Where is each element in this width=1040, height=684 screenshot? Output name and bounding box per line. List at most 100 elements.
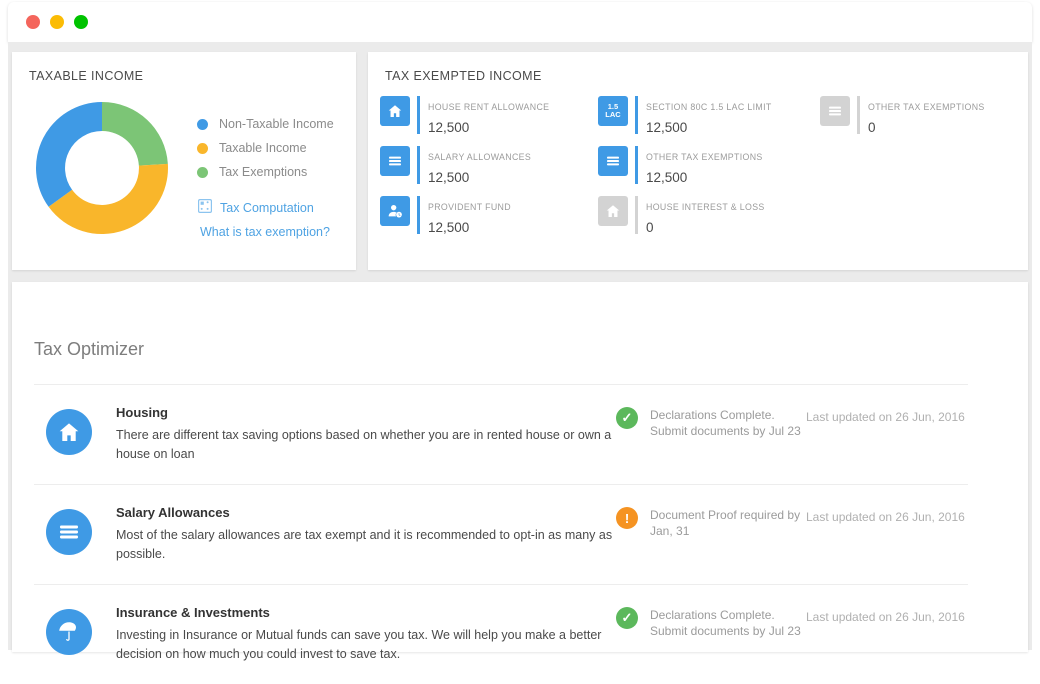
tax-optimizer-title: Tax Optimizer bbox=[34, 339, 145, 359]
item-value: 12,500 bbox=[428, 120, 470, 135]
legend-label-non-taxable-income: Non-Taxable Income bbox=[219, 117, 334, 131]
tax-exempted-income-card: TAX EXEMPTED INCOME HOUSE RENT ALLOWANCE… bbox=[368, 52, 1028, 270]
legend-item: Taxable Income bbox=[197, 138, 334, 158]
item-accent-bar bbox=[417, 196, 420, 234]
browser-window-chrome bbox=[8, 2, 1032, 42]
item-text: SECTION 80C 1.5 LAC LIMIT 12,500 bbox=[646, 96, 772, 138]
item-label: HOUSE INTEREST & LOSS bbox=[646, 202, 765, 212]
tax-optimizer-list: Housing There are different tax saving op… bbox=[34, 384, 968, 684]
tax-optimizer-row[interactable]: Salary Allowances Most of the salary allo… bbox=[34, 484, 968, 584]
optimizer-row-status: ✓ Declarations Complete. Submit documents… bbox=[616, 605, 806, 639]
optimizer-row-description: Most of the salary allowances are tax ex… bbox=[116, 528, 613, 561]
home-icon-svg bbox=[59, 423, 79, 441]
item-value: 12,500 bbox=[646, 170, 688, 185]
item-accent-bar bbox=[635, 96, 638, 134]
legend-item: Tax Exemptions bbox=[197, 162, 334, 182]
optimizer-row-last-updated: Last updated on 26 Jun, 2016 bbox=[806, 610, 965, 624]
tax-exempted-item[interactable]: OTHER TAX EXEMPTIONS 12,500 bbox=[598, 144, 820, 194]
donut-slice bbox=[102, 102, 168, 166]
lac-badge-text: 1.5 LAC bbox=[605, 102, 621, 119]
list-icon bbox=[380, 146, 410, 176]
item-label: SALARY ALLOWANCES bbox=[428, 152, 532, 162]
tax-exempted-item[interactable]: HOUSE INTEREST & LOSS 0 bbox=[598, 194, 820, 244]
check-circle-icon: ✓ bbox=[616, 407, 638, 429]
optimizer-row-status: ✓ Declarations Complete. Submit documents… bbox=[616, 405, 806, 439]
optimizer-row-body: Salary Allowances Most of the salary allo… bbox=[116, 505, 616, 563]
home-icon-svg bbox=[388, 105, 402, 117]
legend-swatch-tax-exemptions bbox=[197, 166, 208, 178]
minimize-button[interactable] bbox=[50, 15, 64, 29]
home-icon-svg bbox=[606, 205, 620, 217]
home-icon bbox=[46, 409, 92, 455]
check-circle-icon: ✓ bbox=[616, 607, 638, 629]
tax-computation-link[interactable]: Tax Computation bbox=[198, 199, 330, 216]
item-label: OTHER TAX EXEMPTIONS bbox=[646, 152, 763, 162]
optimizer-row-description: Investing in Insurance or Mutual funds c… bbox=[116, 628, 602, 661]
item-value: 12,500 bbox=[646, 120, 688, 135]
list-icon-svg bbox=[607, 156, 619, 166]
legend-label-tax-exemptions: Tax Exemptions bbox=[219, 165, 308, 179]
donut-slice bbox=[36, 102, 102, 207]
tax-exempted-income-title: TAX EXEMPTED INCOME bbox=[385, 69, 542, 83]
calculator-icon bbox=[198, 199, 213, 216]
item-accent-bar bbox=[635, 196, 638, 234]
optimizer-row-last-updated: Last updated on 26 Jun, 2016 bbox=[806, 410, 965, 424]
maximize-button[interactable] bbox=[74, 15, 88, 29]
tax-exempted-item[interactable]: SALARY ALLOWANCES 12,500 bbox=[380, 144, 598, 194]
home-icon bbox=[598, 196, 628, 226]
item-label: HOUSE RENT ALLOWANCE bbox=[428, 102, 550, 112]
optimizer-row-title: Housing bbox=[116, 405, 168, 420]
taxable-income-links: Tax Computation What is tax exemption? bbox=[198, 199, 330, 239]
umbrella-icon bbox=[46, 609, 92, 655]
optimizer-row-description: There are different tax saving options b… bbox=[116, 428, 612, 461]
list-icon bbox=[598, 146, 628, 176]
item-text: HOUSE INTEREST & LOSS 0 bbox=[646, 196, 765, 238]
status-text: Declarations Complete. Submit documents … bbox=[650, 608, 801, 638]
umbrella-icon-svg bbox=[59, 622, 77, 641]
legend-item: Non-Taxable Income bbox=[197, 114, 334, 134]
tax-optimizer-row[interactable]: Housing There are different tax saving op… bbox=[34, 384, 968, 484]
tax-exempted-item[interactable]: 1.5 LAC SECTION 80C 1.5 LAC LIMIT 12,500 bbox=[598, 94, 820, 144]
legend-swatch-taxable-income bbox=[197, 142, 208, 154]
alert-circle-icon: ! bbox=[616, 507, 638, 529]
legend-label-taxable-income: Taxable Income bbox=[219, 141, 307, 155]
item-value: 12,500 bbox=[428, 170, 470, 185]
close-button[interactable] bbox=[26, 15, 40, 29]
item-accent-bar bbox=[417, 96, 420, 134]
item-label: OTHER TAX EXEMPTIONS bbox=[868, 102, 985, 112]
tax-computation-label: Tax Computation bbox=[220, 200, 314, 215]
grid-spacer bbox=[820, 194, 1016, 244]
person-icon-svg bbox=[388, 205, 402, 218]
list-icon bbox=[820, 96, 850, 126]
item-value: 0 bbox=[646, 220, 654, 235]
tax-optimizer-card: Tax Optimizer Housing There are different… bbox=[12, 282, 1028, 661]
list-icon-svg bbox=[829, 106, 841, 116]
list-icon-svg bbox=[389, 156, 401, 166]
optimizer-row-body: Housing There are different tax saving op… bbox=[116, 405, 616, 463]
optimizer-row-title: Salary Allowances bbox=[116, 505, 230, 520]
tax-exempted-item[interactable]: PROVIDENT FUND 12,500 bbox=[380, 194, 598, 244]
calculator-icon-svg bbox=[198, 199, 213, 214]
item-accent-bar bbox=[635, 146, 638, 184]
page-background: TAXABLE INCOME Non-Taxable Income Taxabl… bbox=[8, 42, 1032, 661]
tax-exempted-item[interactable]: HOUSE RENT ALLOWANCE 12,500 bbox=[380, 94, 598, 144]
item-value: 0 bbox=[868, 120, 876, 135]
list-icon-svg bbox=[60, 525, 78, 539]
person-icon bbox=[380, 196, 410, 226]
item-text: HOUSE RENT ALLOWANCE 12,500 bbox=[428, 96, 549, 138]
item-text: OTHER TAX EXEMPTIONS 12,500 bbox=[646, 146, 763, 188]
grid-spacer bbox=[820, 144, 1016, 194]
item-accent-bar bbox=[857, 96, 860, 134]
item-value: 12,500 bbox=[428, 220, 470, 235]
item-text: SALARY ALLOWANCES 12,500 bbox=[428, 146, 531, 188]
tax-exempted-item[interactable]: OTHER TAX EXEMPTIONS 0 bbox=[820, 94, 1016, 144]
taxable-income-card: TAXABLE INCOME Non-Taxable Income Taxabl… bbox=[12, 52, 356, 270]
taxable-income-donut-chart bbox=[34, 100, 170, 236]
tax-optimizer-row[interactable]: Insurance & Investments Investing in Insu… bbox=[34, 584, 968, 684]
donut-svg bbox=[36, 102, 169, 235]
chart-legend: Non-Taxable Income Taxable Income Tax Ex… bbox=[197, 114, 334, 186]
what-is-tax-exemption-link[interactable]: What is tax exemption? bbox=[198, 225, 330, 239]
optimizer-row-last-updated: Last updated on 26 Jun, 2016 bbox=[806, 510, 965, 524]
optimizer-row-status: ! Document Proof required by Jan, 31 bbox=[616, 505, 806, 539]
item-label: SECTION 80C 1.5 LAC LIMIT bbox=[646, 102, 772, 112]
